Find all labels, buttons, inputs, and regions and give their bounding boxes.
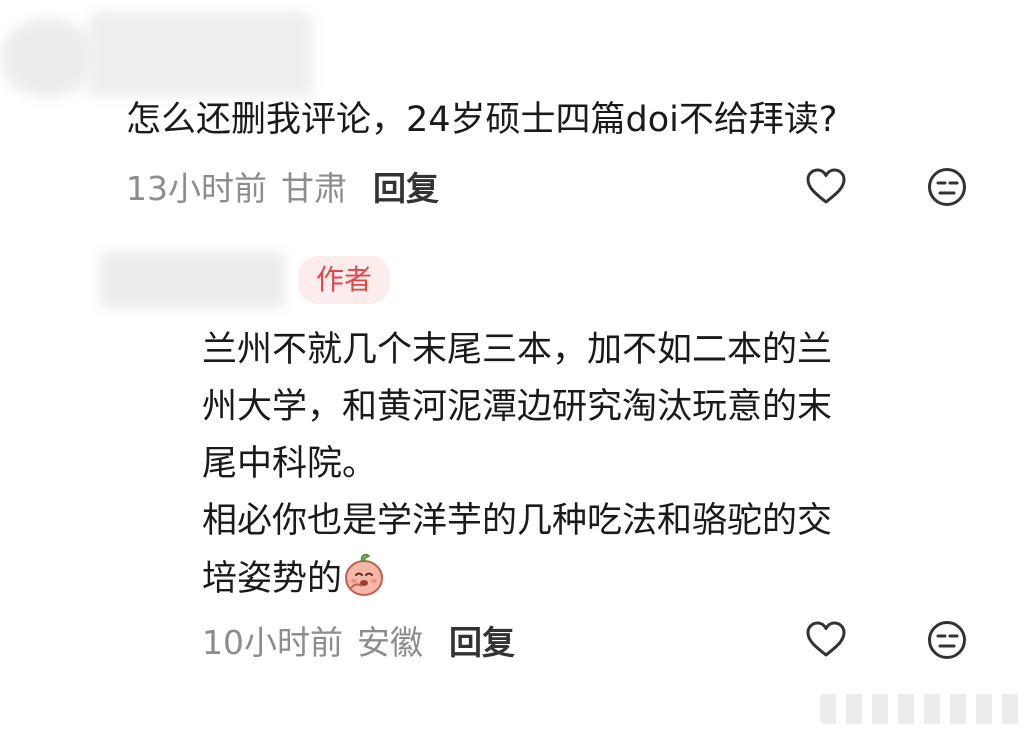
neutral-face-icon[interactable] (925, 165, 969, 209)
reply-meta: 10小时前 安徽 回复 (202, 616, 515, 664)
reply-line: 培姿势的 (202, 559, 343, 599)
reply-line: 兰州不就几个末尾三本，加不如二本的兰 (202, 330, 833, 370)
reply-line: 相必你也是学洋芋的几种吃法和骆驼的交 (202, 501, 833, 541)
reply-button[interactable]: 回复 (373, 169, 439, 208)
reply-button[interactable]: 回复 (449, 623, 515, 662)
heart-icon[interactable] (804, 165, 848, 209)
reply-line: 尾中科院。 (202, 444, 378, 484)
comment-time: 13小时前 (126, 169, 267, 208)
author-badge: 作者 (298, 256, 391, 304)
reply-location: 安徽 (357, 623, 423, 662)
comment-meta: 13小时前 甘肃 回复 (126, 162, 439, 210)
commenter-name-redacted[interactable] (88, 12, 313, 97)
comment-text: 怎么还删我评论，24岁硕士四篇doi不给拜读? (126, 100, 838, 140)
author-name-redacted[interactable] (100, 252, 285, 308)
neutral-face-icon[interactable] (925, 618, 969, 662)
commenter-avatar[interactable] (0, 18, 96, 98)
reply-time: 10小时前 (202, 623, 343, 662)
comment-location: 甘肃 (281, 169, 347, 208)
reply-line-last: 培姿势的 (202, 550, 982, 608)
laughing-peach-emoji (342, 550, 386, 598)
watermark-redacted (820, 694, 1020, 724)
reply-text: 兰州不就几个末尾三本，加不如二本的兰 州大学，和黄河泥潭边研究淘汰玩意的末 尾中… (202, 322, 982, 608)
heart-icon[interactable] (804, 618, 848, 662)
reply-line: 州大学，和黄河泥潭边研究淘汰玩意的末 (202, 387, 833, 427)
